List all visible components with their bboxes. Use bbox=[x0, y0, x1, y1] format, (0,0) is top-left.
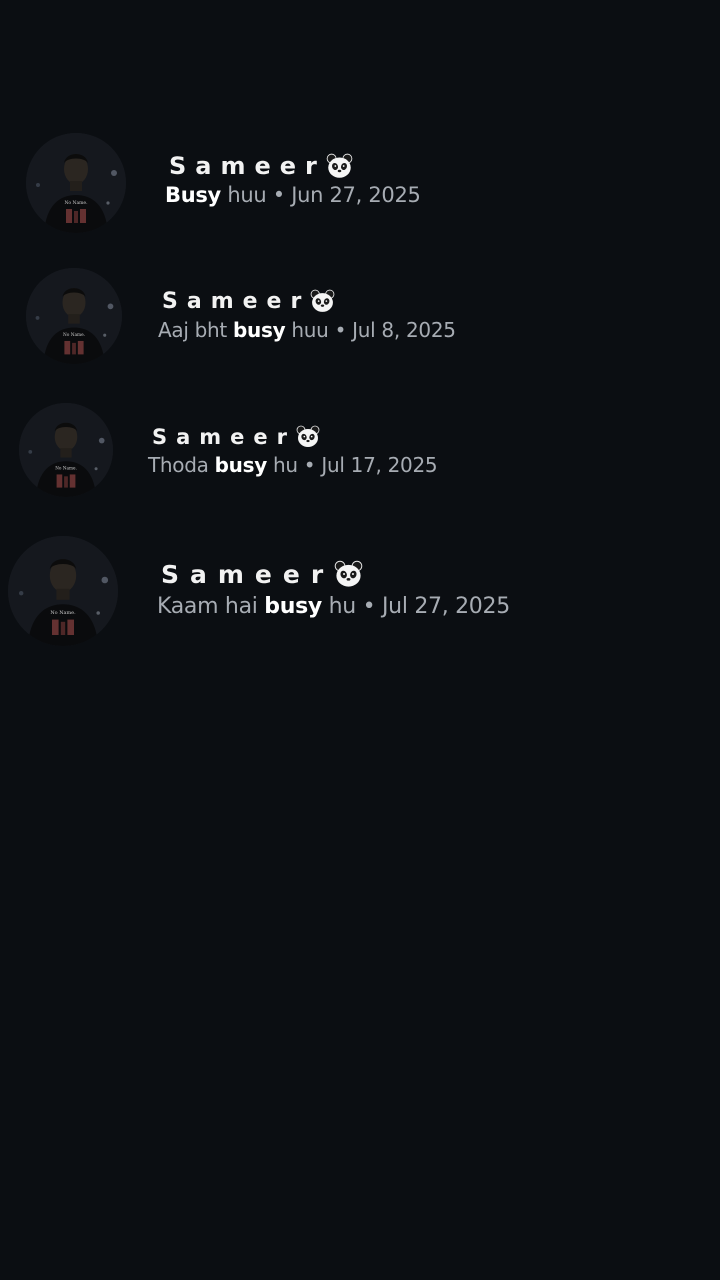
conversation-list: Sameer Busy huu • Jun 27, 2025 Sameer Aa… bbox=[0, 0, 720, 1280]
message-date: Jul 27, 2025 bbox=[381, 594, 510, 619]
contact-name: Sameer bbox=[161, 560, 363, 589]
message-prefix: Kaam hai bbox=[157, 594, 265, 619]
message-suffix: hu bbox=[321, 594, 357, 619]
contact-name-label: Sameer bbox=[161, 560, 335, 589]
separator-dot: • bbox=[355, 594, 382, 619]
panda-face-icon bbox=[334, 560, 363, 589]
message-highlight: busy bbox=[264, 594, 322, 619]
conversation-row[interactable]: Sameer Kaam hai busy hu • Jul 27, 2025 bbox=[0, 0, 720, 660]
avatar[interactable] bbox=[8, 536, 118, 646]
last-message: Kaam hai busy hu • Jul 27, 2025 bbox=[157, 594, 510, 619]
